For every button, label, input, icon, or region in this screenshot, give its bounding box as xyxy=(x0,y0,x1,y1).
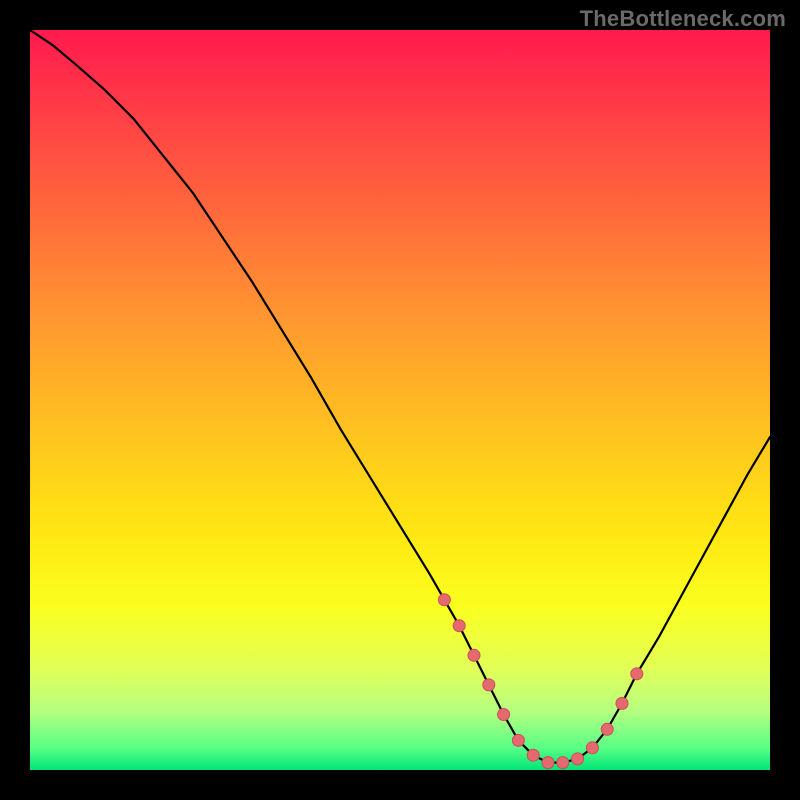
curve-marker xyxy=(586,742,598,754)
curve-marker xyxy=(438,594,450,606)
curve-marker xyxy=(483,679,495,691)
plot-area xyxy=(30,30,770,770)
curve-marker xyxy=(631,668,643,680)
curve-layer xyxy=(30,30,770,770)
curve-marker xyxy=(572,753,584,765)
chart-container: TheBottleneck.com xyxy=(0,0,800,800)
curve-marker xyxy=(542,757,554,769)
curve-marker xyxy=(557,757,569,769)
watermark-text: TheBottleneck.com xyxy=(580,6,786,32)
curve-markers xyxy=(438,594,642,769)
curve-marker xyxy=(601,723,613,735)
curve-marker xyxy=(527,749,539,761)
curve-marker xyxy=(468,649,480,661)
curve-marker xyxy=(616,697,628,709)
curve-marker xyxy=(512,734,524,746)
bottleneck-curve xyxy=(30,30,770,763)
curve-marker xyxy=(453,620,465,632)
curve-marker xyxy=(498,709,510,721)
